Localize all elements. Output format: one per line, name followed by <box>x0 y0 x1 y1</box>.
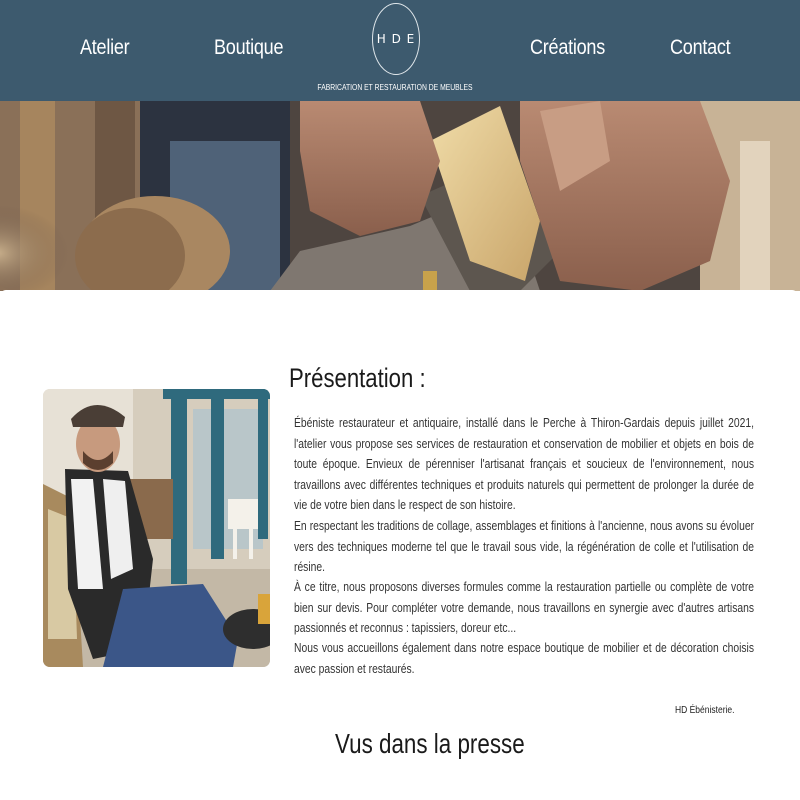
press-section-title: Vus dans la presse <box>335 728 525 759</box>
presentation-paragraph-2: En respectant les traditions de collage,… <box>294 519 755 574</box>
woodworking-hands-icon <box>0 101 800 291</box>
nav-link-boutique[interactable]: Boutique <box>214 36 283 60</box>
logo-text: H D E <box>376 32 416 46</box>
nav-link-atelier[interactable]: Atelier <box>80 36 130 60</box>
nav-link-creations[interactable]: Créations <box>530 36 605 60</box>
signature: HD Ébénisterie. <box>675 705 735 716</box>
craftsman-portrait-photo <box>43 389 270 667</box>
hero-banner <box>0 101 800 291</box>
page: Atelier Boutique H D E Créations Contact… <box>0 0 800 800</box>
presentation-paragraph-3: À ce titre, nous proposons diverses form… <box>294 580 755 635</box>
presentation-paragraph-1: Ébéniste restaurateur et antiquaire, ins… <box>294 416 755 512</box>
presentation-title: Présentation : <box>289 363 426 393</box>
portrait-image-icon <box>43 389 270 667</box>
presentation-paragraph-4: Nous vous accueillons également dans not… <box>294 641 755 676</box>
site-header: Atelier Boutique H D E Créations Contact… <box>0 0 800 102</box>
logo[interactable]: H D E <box>372 3 420 75</box>
nav-link-contact[interactable]: Contact <box>670 36 731 60</box>
logo-tagline: FABRICATION ET RESTAURATION DE MEUBLES <box>317 83 473 92</box>
